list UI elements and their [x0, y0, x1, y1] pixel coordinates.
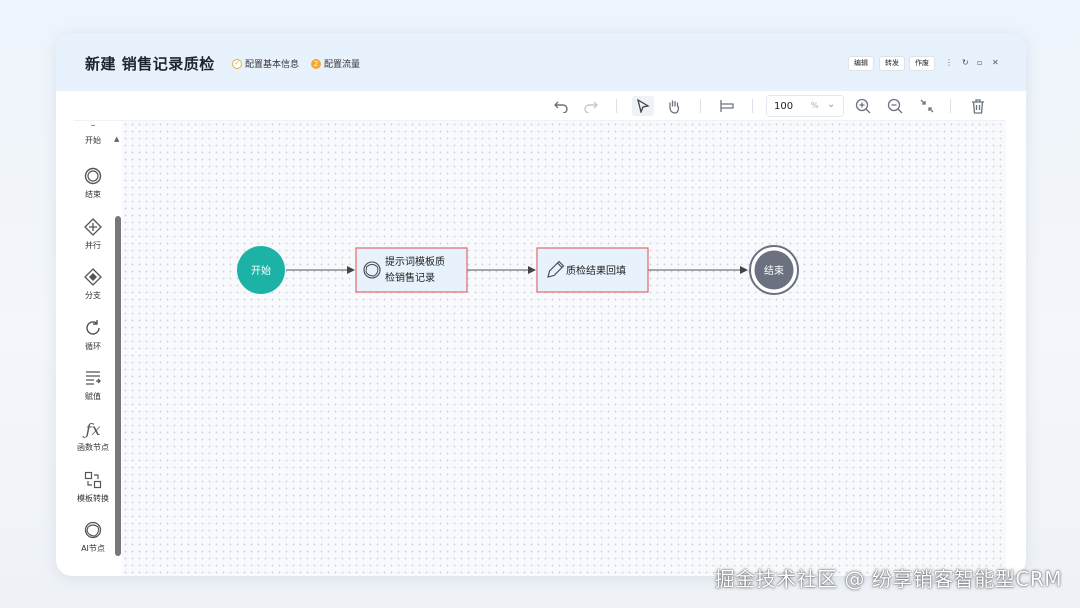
result-backfill-node[interactable]: 质检结果回填: [536, 247, 649, 293]
more-icon[interactable]: ⋮: [945, 56, 953, 70]
palette-item-template-convert[interactable]: 模板转换: [74, 471, 112, 504]
node-palette: ▲ – 开始 结束 并行 分支 循环 赋值 ƒx 函数节点 模板转换 AI节点: [74, 121, 122, 576]
refresh-icon[interactable]: ↻: [962, 56, 969, 70]
ai-node-icon: [74, 521, 112, 541]
forward-button[interactable]: 转发: [879, 56, 905, 71]
undo-icon[interactable]: [550, 96, 572, 116]
prompt-template-node[interactable]: 提示词模板质 检销售记录: [355, 247, 468, 293]
scroll-up-icon[interactable]: ▲: [114, 135, 119, 143]
start-icon: –: [90, 120, 96, 131]
node-label-line1: 提示词模板质: [385, 255, 445, 268]
page-title: 新建 销售记录质检: [85, 55, 215, 73]
redo-icon[interactable]: [580, 96, 602, 116]
end-node-label: 结束: [764, 264, 784, 277]
step-flow-config[interactable]: 2 配置流量: [311, 57, 360, 70]
function-icon: ƒx: [85, 420, 101, 439]
flow-canvas[interactable]: 开始 提示词模板质 检销售记录 质检结果回填 结束: [122, 121, 1006, 576]
assign-icon: [74, 369, 112, 389]
branch-gateway-icon: [74, 268, 112, 288]
step-number-icon: 2: [311, 58, 321, 69]
palette-item-end[interactable]: 结束: [74, 167, 112, 200]
close-icon[interactable]: ✕: [992, 56, 999, 70]
zoom-value: 100: [774, 101, 794, 112]
palette-item-label: 结束: [85, 190, 101, 199]
palette-item-label: AI节点: [81, 544, 105, 553]
step-label: 配置流量: [324, 60, 361, 70]
maximize-icon[interactable]: ▫: [977, 56, 982, 70]
toolbar-divider: [616, 99, 617, 113]
zoom-unit: %: [811, 101, 819, 110]
flow-editor-window: 新建 销售记录质检 ✓ 配置基本信息 2 配置流量 编辑 转发 作废 ⋮ ↻ ▫…: [56, 33, 1026, 576]
end-circle-icon: [74, 167, 112, 187]
toolbar-divider: [752, 99, 753, 113]
title-bar: 新建 销售记录质检 ✓ 配置基本信息 2 配置流量 编辑 转发 作废 ⋮ ↻ ▫…: [56, 33, 1026, 91]
chevron-down-icon: ⌄: [827, 99, 836, 110]
watermark: 掘金技术社区 @ 纷享销客智能型CRM: [714, 567, 1062, 591]
palette-item-branch[interactable]: 分支: [74, 268, 112, 301]
palette-item-label: 函数节点: [77, 443, 109, 452]
palette-item-start[interactable]: – 开始: [74, 120, 112, 146]
end-node[interactable]: 结束: [749, 245, 799, 295]
loop-icon: [74, 319, 112, 339]
select-pointer-icon[interactable]: [632, 96, 654, 116]
canvas-toolbar: 100 % ⌄: [74, 91, 1006, 121]
zoom-in-icon[interactable]: [852, 96, 874, 116]
palette-item-assign[interactable]: 赋值: [74, 369, 112, 402]
node-label-line2: 检销售记录: [385, 271, 435, 284]
trash-icon[interactable]: [967, 96, 989, 116]
palette-scrollbar[interactable]: [115, 216, 121, 556]
palette-item-label: 开始: [85, 136, 101, 145]
palette-item-loop[interactable]: 循环: [74, 319, 112, 352]
step-basic-info[interactable]: ✓ 配置基本信息: [232, 57, 299, 70]
void-button[interactable]: 作废: [909, 56, 935, 71]
palette-item-label: 模板转换: [77, 494, 109, 503]
palette-item-label: 并行: [85, 241, 101, 250]
toolbar-divider: [700, 99, 701, 113]
palette-item-label: 分支: [85, 291, 101, 300]
step-label: 配置基本信息: [245, 60, 300, 70]
zoom-out-icon[interactable]: [884, 96, 906, 116]
edit-button[interactable]: 编辑: [848, 56, 874, 71]
check-icon: ✓: [232, 58, 242, 69]
palette-item-function[interactable]: ƒx 函数节点: [74, 420, 112, 453]
parallel-gateway-icon: [74, 218, 112, 238]
fit-view-icon[interactable]: [916, 96, 938, 116]
palette-item-ai[interactable]: AI节点: [74, 521, 112, 554]
palette-item-label: 循环: [85, 342, 101, 351]
palette-item-parallel[interactable]: 并行: [74, 218, 112, 251]
start-node-label: 开始: [251, 264, 271, 277]
palette-item-label: 赋值: [85, 392, 101, 401]
hand-pan-icon[interactable]: [663, 96, 685, 116]
zoom-select[interactable]: 100 % ⌄: [766, 95, 844, 117]
node-label: 质检结果回填: [566, 264, 626, 277]
start-node[interactable]: 开始: [237, 246, 285, 294]
toolbar-divider: [950, 99, 951, 113]
flow-diagram: 开始 提示词模板质 检销售记录 质检结果回填 结束: [237, 245, 799, 295]
align-icon[interactable]: [716, 96, 738, 116]
template-convert-icon: [74, 471, 112, 491]
